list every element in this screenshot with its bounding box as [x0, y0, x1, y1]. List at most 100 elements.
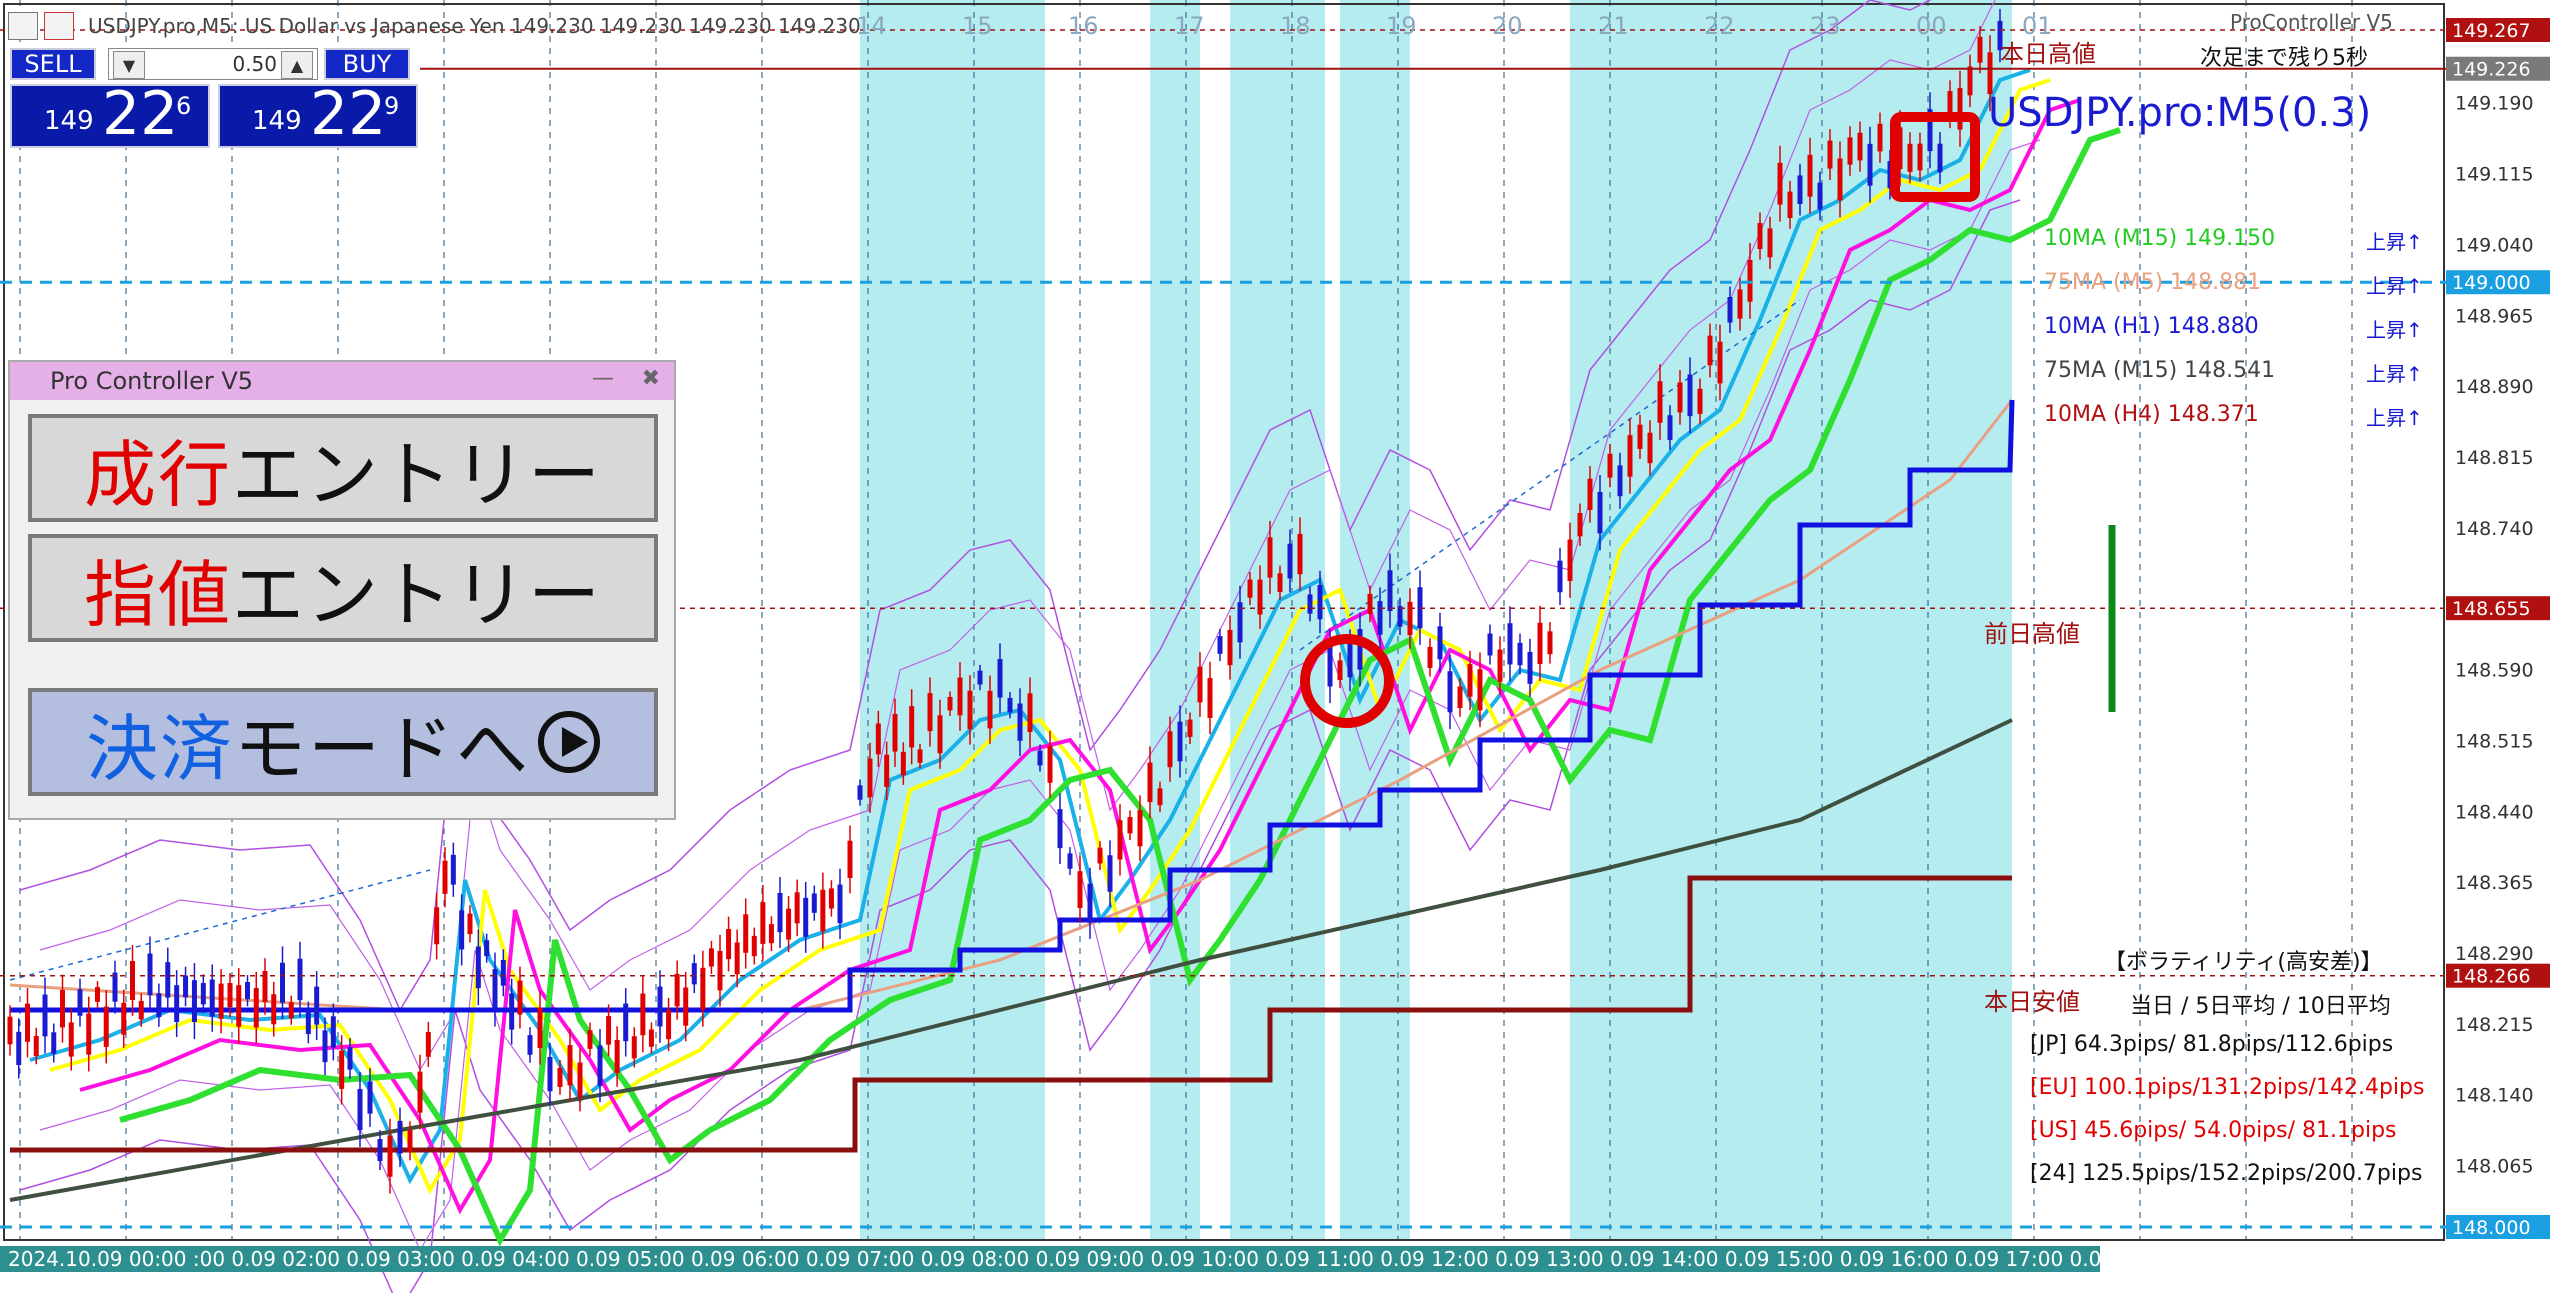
candle-body	[1957, 87, 1963, 130]
candle-body	[987, 690, 993, 729]
candle-body	[927, 693, 933, 732]
sell-button[interactable]: SELL	[10, 48, 96, 80]
candle-body	[1637, 424, 1643, 449]
candle-body	[527, 1035, 533, 1055]
candle-body	[884, 754, 890, 787]
ma-row: 10MA (H1) 148.880	[2044, 314, 2259, 339]
candle-body	[297, 958, 303, 1001]
pro-controller-title-bar[interactable]: Pro Controller V5 — ✖	[10, 362, 674, 400]
volatility-subtitle: 当日 / 5日平均 / 10日平均	[2130, 994, 2391, 1019]
candle-body	[1777, 162, 1783, 205]
candle-body	[1607, 453, 1613, 478]
candle-body	[717, 950, 723, 991]
candle-body	[305, 1011, 311, 1034]
candle-body	[121, 1002, 127, 1035]
candle-body	[1207, 678, 1213, 718]
candle-body	[200, 983, 206, 1005]
candle-body	[77, 989, 83, 1016]
ma-row: 75MA (M5) 148.881	[2044, 270, 2262, 295]
candle-body	[1277, 573, 1283, 593]
candle-body	[103, 1006, 109, 1047]
chart-menu-icon[interactable]	[8, 12, 38, 40]
candle-body	[357, 1088, 363, 1131]
candle-body	[330, 1016, 336, 1048]
candle-body	[1697, 388, 1703, 414]
candle-body	[1877, 123, 1883, 152]
candle-body	[1477, 669, 1483, 711]
candle-body	[1387, 570, 1393, 612]
price-tick: 148.140	[2455, 1085, 2534, 1107]
candle-body	[828, 888, 834, 909]
hour-label: 16	[1068, 12, 1099, 40]
candle-body	[130, 960, 135, 1000]
candle-body	[1517, 642, 1523, 666]
candle-body	[68, 1022, 74, 1057]
lot-input[interactable]: ▼ 0.50 ▲	[108, 48, 318, 80]
candle-body	[253, 988, 259, 1028]
one-click-icon[interactable]	[44, 12, 74, 40]
candle-body	[1497, 649, 1503, 682]
volatility-row: [EU] 100.1pips/131.2pips/142.4pips	[2030, 1075, 2425, 1100]
candle-body	[751, 935, 757, 957]
candle-body	[1097, 847, 1103, 864]
close-icon[interactable]: ✖	[642, 366, 660, 391]
volatility-row: [JP] 64.3pips/ 81.8pips/112.6pips	[2030, 1032, 2394, 1057]
candle-body	[726, 928, 732, 960]
candle-body	[760, 902, 766, 944]
ask-quote[interactable]: 149 22 9	[218, 84, 418, 148]
market-entry-button[interactable]: 成行 エントリー	[28, 414, 658, 522]
hour-label: 00	[1916, 12, 1947, 40]
lot-decrease-icon[interactable]: ▼	[113, 51, 145, 79]
candle-body	[597, 1045, 603, 1086]
candle-body	[1297, 533, 1303, 575]
candle-body	[1717, 341, 1723, 384]
candle-body	[1427, 646, 1433, 668]
candle-body	[1567, 539, 1573, 581]
candle-body	[1787, 191, 1793, 219]
price-tick: 148.740	[2455, 518, 2534, 540]
candle-body	[1737, 289, 1743, 319]
candle-body	[811, 893, 817, 913]
lot-increase-icon[interactable]: ▲	[281, 51, 313, 79]
candle-body	[387, 1135, 393, 1177]
hour-label: 22	[1704, 12, 1735, 40]
candle-body	[245, 982, 250, 1000]
candle-body	[434, 907, 440, 945]
candle-body	[1487, 633, 1493, 656]
candle-body	[937, 715, 943, 754]
hour-label: 18	[1280, 12, 1311, 40]
candle-body	[1527, 651, 1533, 684]
one-click-trading-panel: SELL ▼ 0.50 ▲ BUY 149 22 6 149 22 9	[10, 48, 420, 150]
price-tick: 148.890	[2455, 376, 2534, 398]
bid-quote[interactable]: 149 22 6	[10, 84, 210, 148]
price-tick: 148.515	[2455, 730, 2534, 752]
limit-entry-button[interactable]: 指値 エントリー	[28, 534, 658, 642]
candle-body	[537, 1007, 543, 1049]
candle-body	[42, 994, 48, 1037]
candle-body	[1377, 601, 1383, 635]
minimize-icon[interactable]: —	[592, 366, 614, 391]
price-tick: 148.815	[2455, 447, 2534, 469]
candle-body	[614, 1039, 620, 1074]
prev-high-label: 前日高値	[1984, 620, 2080, 648]
trendline-1	[9, 869, 431, 981]
candle-body	[1917, 143, 1923, 171]
candle-body	[1537, 622, 1543, 665]
ma-trend: 上昇↑	[2366, 274, 2423, 298]
buy-button[interactable]: BUY	[324, 48, 410, 80]
candle-body	[1797, 175, 1803, 204]
candle-body	[509, 993, 515, 1030]
candle-body	[1977, 36, 1983, 63]
hour-label: 20	[1492, 12, 1523, 40]
candle-body	[1007, 697, 1013, 713]
lot-value[interactable]: 0.50	[232, 52, 277, 76]
candle-body	[467, 913, 473, 935]
candle-body	[803, 897, 809, 937]
candle-body	[1017, 703, 1023, 741]
candle-body	[227, 982, 233, 1008]
price-box-label: 149.000	[2452, 272, 2531, 294]
candle-body	[1557, 560, 1563, 593]
candle-body	[1147, 762, 1153, 803]
candle-body	[417, 1071, 423, 1113]
settle-mode-button[interactable]: 決済 モードへ	[28, 688, 658, 796]
